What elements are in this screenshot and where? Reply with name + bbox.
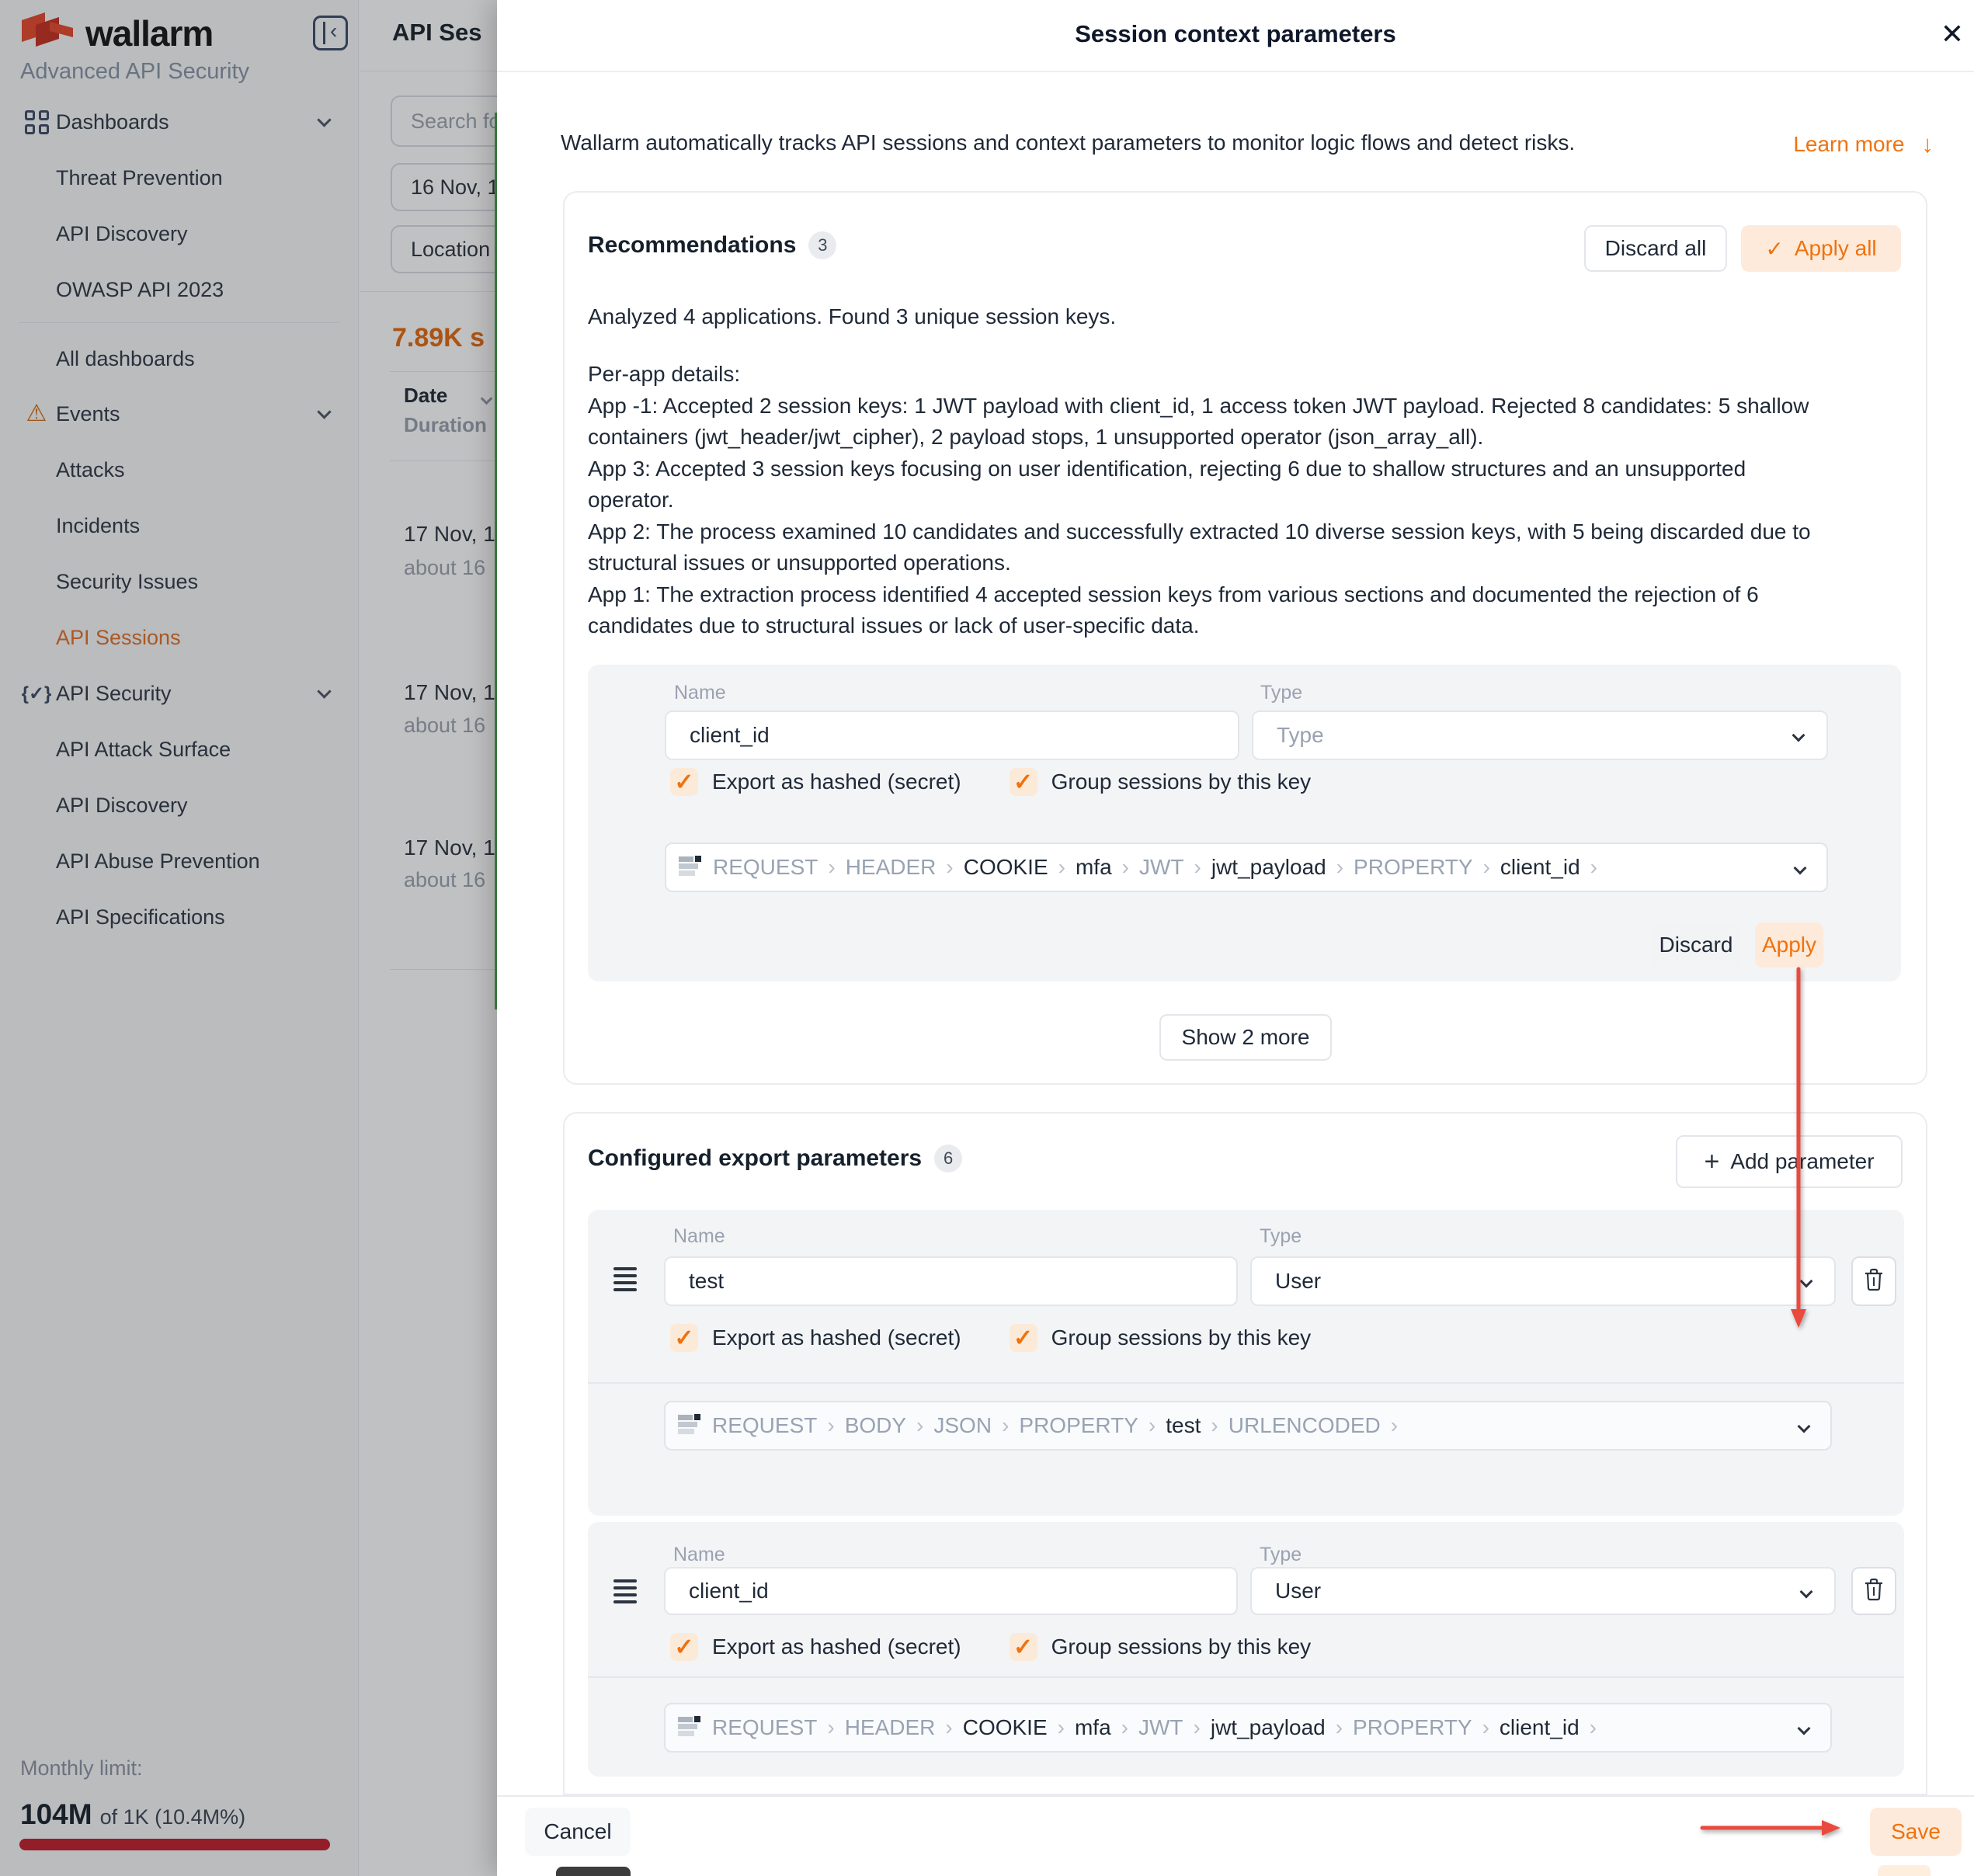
name-label: Name (674, 682, 726, 704)
chevron-down-icon (1800, 1275, 1813, 1288)
group-sessions-label: Group sessions by this key (1051, 770, 1312, 794)
modal-footer: Cancel Save (497, 1795, 1974, 1876)
type-label: Type (1260, 1544, 1302, 1566)
apply-button[interactable]: Apply (1755, 922, 1823, 968)
export-hashed-label: Export as hashed (secret) (712, 1325, 961, 1350)
group-sessions-checkbox[interactable]: ✓ (1010, 1633, 1037, 1661)
plus-icon: + (1704, 1147, 1719, 1177)
export-hashed-checkbox[interactable]: ✓ (670, 1633, 698, 1661)
name-field[interactable]: test (664, 1256, 1238, 1306)
add-parameter-button[interactable]: + Add parameter (1676, 1135, 1903, 1188)
recommendations-card: Recommendations 3 Discard all ✓ Apply al… (563, 191, 1927, 1085)
partial-button (1878, 1865, 1931, 1876)
name-label: Name (673, 1225, 725, 1248)
chevron-down-icon (1792, 729, 1805, 742)
export-hashed-checkbox[interactable]: ✓ (670, 768, 698, 796)
parameter-box: Name Type test User ✓ Export as hashed (… (588, 1210, 1904, 1516)
arrow-down-icon: ↓ (1922, 130, 1934, 158)
group-sessions-label: Group sessions by this key (1051, 1635, 1312, 1659)
export-hashed-label: Export as hashed (secret) (712, 1635, 961, 1659)
payload-stack-icon (679, 853, 702, 882)
recommendations-details: Per-app details: App -1: Accepted 2 sess… (588, 359, 1908, 642)
configured-parameters-card: Configured export parameters 6 + Add par… (563, 1112, 1927, 1795)
apply-all-button[interactable]: ✓ Apply all (1741, 225, 1901, 272)
check-icon: ✓ (1765, 236, 1783, 262)
group-sessions-checkbox[interactable]: ✓ (1010, 768, 1037, 796)
type-select[interactable]: Type (1252, 710, 1828, 760)
recommendations-count-badge: 3 (808, 231, 836, 259)
close-icon[interactable]: ✕ (1934, 16, 1971, 53)
chevron-down-icon (1798, 1420, 1811, 1433)
chevron-down-icon (1798, 1722, 1811, 1735)
delete-parameter-button[interactable] (1851, 1567, 1896, 1615)
session-context-parameters-modal: Session context parameters ✕ Wallarm aut… (497, 0, 1974, 1876)
parameter-path-select[interactable]: REQUESTHEADERCOOKIEmfaJWTjwt_payloadPROP… (665, 842, 1828, 892)
save-button[interactable]: Save (1870, 1808, 1962, 1856)
delete-parameter-button[interactable] (1851, 1256, 1896, 1306)
chevron-down-icon (1794, 862, 1807, 875)
parameter-path-select[interactable]: REQUESTBODYJSONPROPERTYtestURLENCODED (664, 1401, 1832, 1450)
type-label: Type (1260, 682, 1302, 704)
recommendations-title: Recommendations (588, 232, 796, 259)
payload-stack-icon (678, 1412, 701, 1440)
drag-handle-icon[interactable] (613, 1579, 637, 1603)
drag-handle-icon[interactable] (613, 1267, 637, 1291)
configured-title: Configured export parameters (588, 1145, 922, 1172)
parameter-box: Name Type client_id User ✓ Export as has… (588, 1522, 1904, 1777)
discard-button[interactable]: Discard (1651, 922, 1741, 968)
type-label: Type (1260, 1225, 1302, 1248)
configured-count-badge: 6 (934, 1145, 962, 1172)
box-divider (588, 1382, 1904, 1384)
box-divider (588, 1676, 1904, 1678)
modal-header-divider (497, 71, 1974, 72)
type-select[interactable]: User (1250, 1256, 1836, 1306)
trash-icon (1864, 1578, 1884, 1605)
learn-more-link[interactable]: Learn more ↓ (1793, 130, 1934, 158)
cancel-button[interactable]: Cancel (525, 1808, 631, 1856)
modal-backdrop[interactable] (0, 0, 497, 1876)
export-hashed-label: Export as hashed (secret) (712, 770, 961, 794)
parameter-path-select[interactable]: REQUESTHEADERCOOKIEmfaJWTjwt_payloadPROP… (664, 1703, 1832, 1753)
trash-icon (1864, 1268, 1884, 1295)
group-sessions-checkbox[interactable]: ✓ (1010, 1324, 1037, 1352)
name-field[interactable]: client_id (664, 1567, 1238, 1615)
modal-description: Wallarm automatically tracks API session… (561, 130, 1575, 155)
show-more-button[interactable]: Show 2 more (1159, 1014, 1332, 1061)
name-field[interactable]: client_id (665, 710, 1239, 760)
recommendations-summary: Analyzed 4 applications. Found 3 unique … (588, 301, 1908, 333)
name-label: Name (673, 1544, 725, 1566)
export-hashed-checkbox[interactable]: ✓ (670, 1324, 698, 1352)
payload-stack-icon (678, 1714, 701, 1742)
chevron-down-icon (1800, 1586, 1813, 1599)
group-sessions-label: Group sessions by this key (1051, 1325, 1312, 1350)
type-select[interactable]: User (1250, 1567, 1836, 1615)
partial-tooltip (556, 1867, 631, 1876)
modal-title: Session context parameters (497, 20, 1974, 48)
discard-all-button[interactable]: Discard all (1584, 225, 1727, 272)
